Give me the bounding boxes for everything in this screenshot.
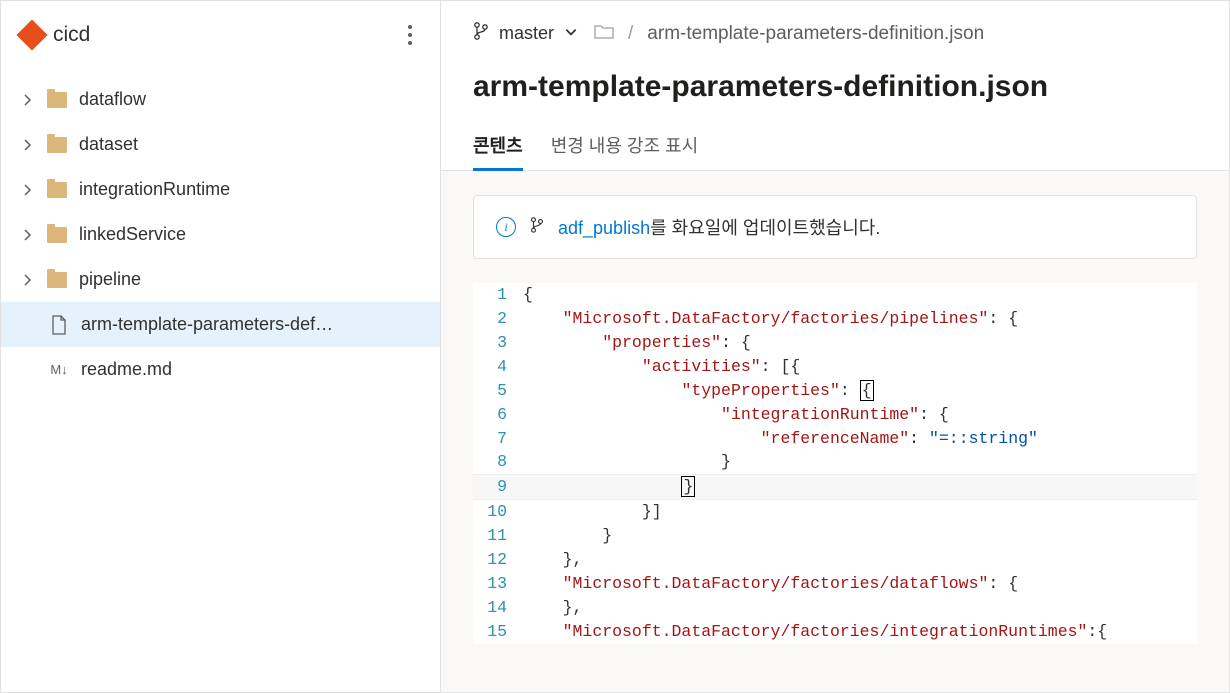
- more-actions-icon[interactable]: [400, 17, 420, 53]
- chevron-right-icon: [21, 138, 35, 152]
- code-text: "activities": [{: [519, 355, 800, 379]
- branch-picker[interactable]: master: [473, 21, 578, 46]
- content-area: i adf_publish를 화요일에 업데이트했습니다. 1{ 2 "Micr…: [441, 171, 1229, 692]
- line-number: 10: [473, 500, 519, 524]
- sidebar-header: cicd: [1, 1, 440, 69]
- folder-icon: [47, 272, 67, 288]
- tree-folder-linkedservice[interactable]: linkedService: [1, 212, 440, 257]
- line-number: 4: [473, 355, 519, 379]
- banner-text: adf_publish를 화요일에 업데이트했습니다.: [558, 214, 880, 240]
- tree-label: integrationRuntime: [79, 179, 420, 200]
- code-text: {: [519, 283, 533, 307]
- file-explorer-sidebar: cicd dataflow dataset integrationRuntime…: [1, 1, 441, 692]
- tree-label: readme.md: [81, 359, 420, 380]
- code-viewer[interactable]: 1{ 2 "Microsoft.DataFactory/factories/pi…: [473, 283, 1197, 644]
- code-text: "referenceName": "=::string": [519, 427, 1038, 451]
- file-icon: [49, 315, 69, 335]
- file-tree: dataflow dataset integrationRuntime link…: [1, 69, 440, 400]
- folder-outline-icon[interactable]: [594, 23, 614, 45]
- tree-label: pipeline: [79, 269, 420, 290]
- repo-icon: [16, 19, 47, 50]
- code-text: "Microsoft.DataFactory/factories/integra…: [519, 620, 1107, 644]
- code-text: "properties": {: [519, 331, 751, 355]
- banner-branch-link[interactable]: adf_publish: [558, 218, 650, 238]
- tree-file-readme[interactable]: M↓ readme.md: [1, 347, 440, 392]
- folder-icon: [47, 137, 67, 153]
- chevron-right-icon: [21, 183, 35, 197]
- tree-label: dataflow: [79, 89, 420, 110]
- line-number: 7: [473, 427, 519, 451]
- breadcrumb-separator: /: [628, 23, 633, 45]
- tab-highlight-changes[interactable]: 변경 내용 강조 표시: [551, 122, 698, 171]
- tree-label: arm-template-parameters-def…: [81, 314, 420, 335]
- code-text: }: [519, 524, 612, 548]
- line-number: 9: [473, 475, 519, 499]
- line-number: 3: [473, 331, 519, 355]
- code-text: "typeProperties": {: [519, 379, 874, 403]
- code-text: },: [519, 596, 582, 620]
- branch-icon: [530, 216, 544, 239]
- file-title: arm-template-parameters-definition.json: [441, 54, 1229, 112]
- chevron-right-icon: [21, 228, 35, 242]
- line-number: 8: [473, 450, 519, 474]
- line-number: 12: [473, 548, 519, 572]
- info-banner: i adf_publish를 화요일에 업데이트했습니다.: [473, 195, 1197, 259]
- line-number: 6: [473, 403, 519, 427]
- code-text: }]: [519, 500, 662, 524]
- chevron-down-icon: [564, 23, 578, 44]
- branch-name: master: [499, 23, 554, 44]
- tree-folder-dataflow[interactable]: dataflow: [1, 77, 440, 122]
- code-text: }: [519, 450, 731, 474]
- tabs: 콘텐츠 변경 내용 강조 표시: [441, 112, 1229, 171]
- topbar: master / arm-template-parameters-definit…: [441, 1, 1229, 54]
- line-number: 13: [473, 572, 519, 596]
- line-number: 5: [473, 379, 519, 403]
- folder-icon: [47, 182, 67, 198]
- line-number: 2: [473, 307, 519, 331]
- code-text: "Microsoft.DataFactory/factories/pipelin…: [519, 307, 1018, 331]
- breadcrumb-file[interactable]: arm-template-parameters-definition.json: [647, 23, 984, 45]
- markdown-icon: M↓: [49, 362, 69, 377]
- tree-folder-integrationruntime[interactable]: integrationRuntime: [1, 167, 440, 212]
- tree-label: dataset: [79, 134, 420, 155]
- chevron-right-icon: [21, 93, 35, 107]
- info-icon: i: [496, 217, 516, 237]
- code-text: }: [519, 475, 695, 499]
- tree-label: linkedService: [79, 224, 420, 245]
- line-number: 14: [473, 596, 519, 620]
- tab-contents[interactable]: 콘텐츠: [473, 122, 523, 171]
- tree-folder-dataset[interactable]: dataset: [1, 122, 440, 167]
- code-text: "integrationRuntime": {: [519, 403, 949, 427]
- tree-file-arm-template[interactable]: arm-template-parameters-def…: [1, 302, 440, 347]
- line-number: 11: [473, 524, 519, 548]
- main-content: master / arm-template-parameters-definit…: [441, 1, 1229, 692]
- code-text: },: [519, 548, 582, 572]
- folder-icon: [47, 92, 67, 108]
- breadcrumb: / arm-template-parameters-definition.jso…: [594, 23, 984, 45]
- folder-icon: [47, 227, 67, 243]
- chevron-right-icon: [21, 273, 35, 287]
- tree-folder-pipeline[interactable]: pipeline: [1, 257, 440, 302]
- line-number: 15: [473, 620, 519, 644]
- branch-icon: [473, 21, 489, 46]
- line-number: 1: [473, 283, 519, 307]
- repo-name: cicd: [53, 23, 90, 47]
- code-text: "Microsoft.DataFactory/factories/dataflo…: [519, 572, 1018, 596]
- repo-title[interactable]: cicd: [21, 23, 90, 47]
